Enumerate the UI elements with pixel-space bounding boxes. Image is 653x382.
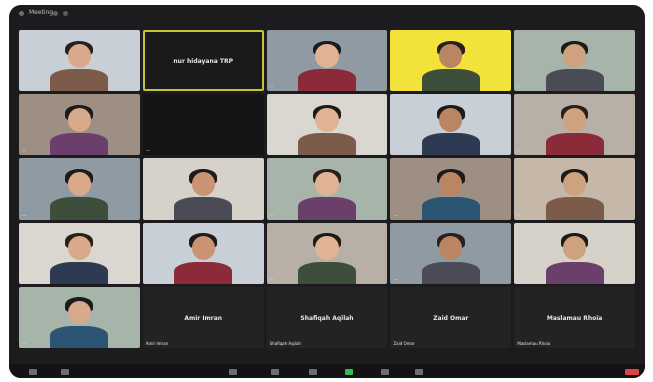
participant-display-name: Amir Imran — [184, 314, 223, 322]
participant-video-feed — [545, 231, 604, 284]
participant-name-label: — — [393, 148, 398, 154]
security-button-icon[interactable] — [229, 369, 237, 375]
participant-name-label: Shafiqah Aqilah — [269, 340, 301, 346]
participant-video-tile[interactable]: — — [19, 158, 140, 220]
participant-video-feed — [298, 103, 356, 156]
participant-name-label: — — [22, 340, 26, 346]
participant-display-name: Shafiqah Aqilah — [300, 314, 354, 322]
participant-name-label: — — [517, 148, 522, 154]
participant-name-label: — — [517, 84, 522, 90]
window-titlebar: Meeting — [9, 5, 645, 23]
participant-video-tile[interactable]: — — [390, 30, 512, 92]
participant-tile-no-video[interactable]: Shafiqah Aqilah Shafiqah Aqilah — [266, 286, 388, 348]
participant-video-feed — [50, 39, 109, 92]
participant-video-feed — [50, 103, 109, 156]
participant-video-tile[interactable]: — — [19, 30, 140, 92]
security-icon[interactable] — [53, 11, 58, 16]
participant-video-tile[interactable]: — — [266, 30, 388, 92]
participants-icon[interactable] — [271, 369, 279, 375]
participant-video-tile[interactable]: — — [19, 94, 140, 156]
participant-video-feed — [298, 39, 356, 92]
participant-video-feed — [421, 103, 480, 156]
participant-name-label: Amir Imran — [145, 340, 169, 346]
participant-tile-no-video[interactable]: Zaid Omar Zaid Omar — [390, 286, 512, 348]
participant-video-tile[interactable]: — — [142, 158, 264, 220]
video-icon[interactable] — [61, 369, 69, 375]
participant-video-feed — [545, 39, 604, 92]
participant-name-label: — — [22, 212, 26, 218]
share-screen-icon[interactable] — [345, 369, 353, 375]
participant-video-feed — [298, 167, 356, 220]
chat-icon[interactable] — [309, 369, 317, 375]
meeting-window: Meeting — nur hidayana TRP — — — — — — — — — — — — — — —… — [9, 5, 645, 378]
participant-video-feed — [421, 231, 480, 284]
participant-name-label: — — [517, 276, 522, 282]
participant-video-tile[interactable]: — — [266, 94, 388, 156]
participant-name-label: — — [393, 84, 398, 90]
participant-name-label: — — [22, 148, 26, 154]
participant-video-tile[interactable]: — — [514, 30, 635, 92]
participant-video-feed — [174, 167, 233, 220]
participant-video-tile[interactable]: — — [142, 222, 264, 284]
participant-display-name: Zaid Omar — [433, 314, 469, 322]
info-icon[interactable] — [63, 11, 68, 16]
participant-video-tile[interactable]: — — [142, 94, 264, 156]
participant-name-label: — — [22, 276, 26, 282]
participant-name-label: — — [145, 212, 150, 218]
participant-video-feed — [50, 231, 109, 284]
participant-video-feed — [298, 231, 356, 284]
participant-video-feed — [545, 167, 604, 220]
mute-icon[interactable] — [29, 369, 37, 375]
participant-tile-no-video[interactable]: Amir Imran Amir Imran — [142, 286, 264, 348]
leave-meeting-button[interactable] — [625, 369, 639, 375]
participant-video-tile[interactable]: — — [514, 94, 635, 156]
participant-video-tile[interactable]: — — [390, 94, 512, 156]
participant-name-label: — — [145, 276, 150, 282]
participant-tile-no-video[interactable]: nur hidayana TRP — [142, 30, 264, 92]
participant-video-tile[interactable]: — — [390, 222, 512, 284]
participant-tile-no-video[interactable]: Maslamau Rhoia Maslamau Rhoia — [514, 286, 635, 348]
participant-video-tile[interactable]: — — [514, 222, 635, 284]
participant-name-label: — — [517, 212, 522, 218]
participant-video-feed — [421, 167, 480, 220]
participant-name-label: — — [393, 276, 398, 282]
participant-name-label: Zaid Omar — [393, 340, 415, 346]
participant-video-tile[interactable]: — — [514, 158, 635, 220]
participant-video-feed — [50, 295, 109, 348]
participant-video-tile[interactable]: — — [266, 222, 388, 284]
participant-name-label: — — [269, 84, 274, 90]
participant-video-tile[interactable]: — — [266, 158, 388, 220]
participant-display-name: nur hidayana TRP — [173, 58, 233, 66]
participant-video-feed — [421, 39, 480, 92]
participant-name-label: Maslamau Rhoia — [517, 340, 551, 346]
window-menu-icon[interactable] — [19, 11, 24, 16]
participant-name-label: — — [269, 148, 274, 154]
participant-video-feed — [50, 167, 109, 220]
participant-name-label: — — [145, 148, 150, 154]
meeting-title: Meeting — [29, 9, 54, 16]
participant-video-feed — [174, 231, 233, 284]
participant-gallery: — nur hidayana TRP — — — — — — — — — — — — — — — — — — — Amir… — [19, 30, 635, 348]
reactions-icon[interactable] — [415, 369, 423, 375]
participant-video-tile[interactable]: — — [19, 286, 140, 348]
participant-name-label: — — [269, 276, 274, 282]
participant-name-label: — — [22, 84, 26, 90]
record-icon[interactable] — [381, 369, 389, 375]
meeting-controls-bar — [9, 364, 645, 378]
participant-video-tile[interactable]: — — [390, 158, 512, 220]
participant-video-tile[interactable]: — — [19, 222, 140, 284]
participant-name-label: — — [393, 212, 398, 218]
participant-name-label: — — [269, 212, 274, 218]
participant-display-name: Maslamau Rhoia — [546, 314, 603, 322]
participant-video-feed — [545, 103, 604, 156]
